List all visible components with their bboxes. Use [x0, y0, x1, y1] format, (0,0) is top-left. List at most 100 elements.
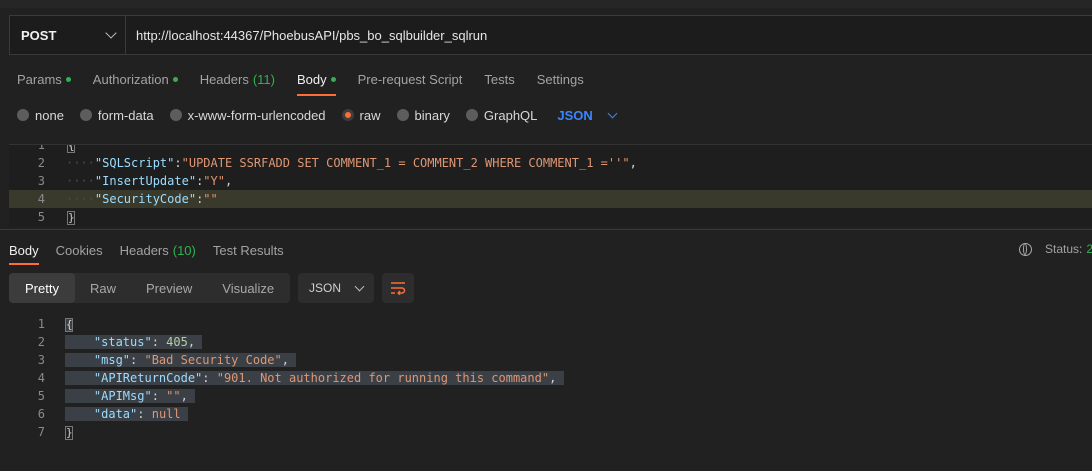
json-key: "SecurityCode"	[94, 192, 197, 206]
radio-graphql[interactable]: GraphQL	[465, 107, 538, 123]
radio-label: raw	[359, 107, 381, 123]
tab-label: Headers	[119, 242, 169, 258]
tab-count: (11)	[252, 71, 275, 87]
response-line: 2 "status": 405,	[0, 333, 203, 351]
request-url-bar: POST http://localhost:44367/PhoebusAPI/p…	[9, 15, 1092, 55]
tab-test-results[interactable]: Test Results	[213, 241, 284, 259]
json-key: "APIReturnCode"	[93, 371, 203, 385]
view-label: Visualize	[222, 280, 275, 296]
line-number: 5	[37, 210, 45, 224]
json-value: "901. Not authorized for running this co…	[216, 371, 550, 385]
radio-icon	[169, 109, 182, 121]
tab-label: Pre-request Script	[357, 71, 463, 87]
view-raw-button[interactable]: Raw	[75, 273, 131, 303]
view-pretty-button[interactable]: Pretty	[9, 273, 75, 303]
tab-pre-request-script[interactable]: Pre-request Script	[358, 70, 463, 88]
response-tabs: Body Cookies Headers (10) Test Results	[9, 241, 301, 265]
radio-label: binary	[414, 107, 450, 123]
response-format-select[interactable]: JSON	[298, 273, 374, 303]
tab-params[interactable]: Params	[17, 70, 71, 88]
editor-line: 1 {	[9, 145, 1092, 154]
tab-authorization[interactable]: Authorization	[93, 70, 178, 88]
brace: {	[67, 145, 75, 153]
brace: {	[65, 317, 73, 332]
tab-cookies[interactable]: Cookies	[56, 241, 103, 259]
request-body-editor[interactable]: 1 { 2 ····"SQLScript":"UPDATE SSRFADD SE…	[9, 144, 1092, 227]
method-select[interactable]: POST	[10, 16, 126, 54]
tab-count: (10)	[172, 242, 196, 258]
status-dot-icon	[65, 76, 71, 82]
tab-headers[interactable]: Headers (11)	[200, 70, 275, 88]
radio-form-data[interactable]: form-data	[79, 107, 154, 123]
view-visualize-button[interactable]: Visualize	[207, 273, 289, 303]
radio-label: none	[35, 107, 64, 123]
tab-tests[interactable]: Tests	[484, 70, 514, 88]
editor-line: 5 }	[9, 208, 1092, 226]
json-key: "SQLScript"	[94, 156, 175, 170]
radio-none[interactable]: none	[17, 108, 64, 123]
tab-label: Headers	[199, 71, 249, 87]
brace: }	[67, 210, 75, 225]
brace: }	[65, 425, 73, 440]
tab-response-headers[interactable]: Headers (10)	[120, 241, 196, 259]
tab-settings[interactable]: Settings	[537, 70, 584, 88]
json-value: 405	[166, 335, 188, 349]
request-tabs: Params Authorization Headers (11) Body Pr…	[17, 70, 606, 96]
view-preview-button[interactable]: Preview	[131, 273, 207, 303]
tab-label: Test Results	[212, 242, 284, 258]
radio-icon	[79, 109, 92, 121]
line-number: 3	[37, 353, 45, 367]
json-value: "Bad Security Code"	[144, 353, 282, 367]
wrap-lines-button[interactable]	[382, 273, 414, 303]
response-status: Status: 2	[1019, 242, 1092, 256]
tab-label: Settings	[536, 71, 584, 87]
status-label: Status:	[1045, 242, 1083, 256]
tab-label: Authorization	[92, 71, 169, 87]
json-value: "UPDATE SSRFADD SET COMMENT_1 = COMMENT_…	[181, 156, 630, 170]
editor-line: 3 ····"InsertUpdate":"Y",	[9, 172, 1092, 190]
json-key: "APIMsg"	[93, 389, 152, 403]
tab-label: Tests	[484, 71, 515, 87]
line-number: 7	[37, 425, 45, 439]
radio-label: x-www-form-urlencoded	[187, 107, 326, 123]
line-number: 1	[37, 317, 45, 331]
json-key: "InsertUpdate"	[94, 174, 197, 188]
format-label: JSON	[557, 107, 593, 123]
body-format-select[interactable]: JSON	[557, 107, 618, 123]
chevron-down-icon	[354, 281, 365, 291]
radio-urlencoded[interactable]: x-www-form-urlencoded	[169, 107, 326, 123]
tab-response-body[interactable]: Body	[9, 241, 39, 265]
radio-binary[interactable]: binary	[396, 107, 450, 123]
radio-label: GraphQL	[483, 107, 538, 123]
radio-raw[interactable]: raw	[341, 107, 381, 123]
chevron-down-icon	[607, 108, 618, 118]
url-text: http://localhost:44367/PhoebusAPI/pbs_bo…	[136, 27, 488, 43]
view-label: Raw	[90, 280, 117, 296]
line-number: 2	[37, 156, 45, 170]
json-value: ""	[166, 389, 181, 403]
globe-icon[interactable]	[1019, 242, 1032, 256]
tab-label: Body	[296, 71, 327, 87]
response-body-viewer[interactable]: 1 { 2 "status": 405, 3 "msg": "Bad Secur…	[0, 315, 1092, 445]
editor-line-current: 4 ····"SecurityCode":""	[9, 190, 1092, 208]
response-line: 4 "APIReturnCode": "901. Not authorized …	[0, 369, 564, 387]
radio-icon	[396, 109, 409, 121]
view-label: Pretty	[25, 280, 59, 296]
tab-label: Params	[17, 71, 62, 87]
response-line: 6 "data": null	[0, 405, 188, 423]
status-dot-icon	[330, 76, 336, 82]
line-number: 4	[37, 192, 45, 206]
response-line: 7 }	[0, 423, 73, 441]
format-label: JSON	[309, 281, 342, 295]
tab-body[interactable]: Body	[296, 70, 336, 96]
url-input[interactable]: http://localhost:44367/PhoebusAPI/pbs_bo…	[126, 16, 1092, 54]
radio-label: form-data	[97, 107, 154, 123]
view-mode-group: Pretty Raw Preview Visualize	[9, 273, 290, 303]
pane-divider[interactable]	[0, 229, 1092, 230]
response-line: 1 {	[0, 315, 73, 333]
radio-icon	[465, 109, 478, 121]
json-key: "msg"	[93, 353, 131, 367]
chevron-down-icon	[105, 27, 117, 39]
response-line: 5 "APIMsg": "",	[0, 387, 196, 405]
response-line: 3 "msg": "Bad Security Code",	[0, 351, 297, 369]
